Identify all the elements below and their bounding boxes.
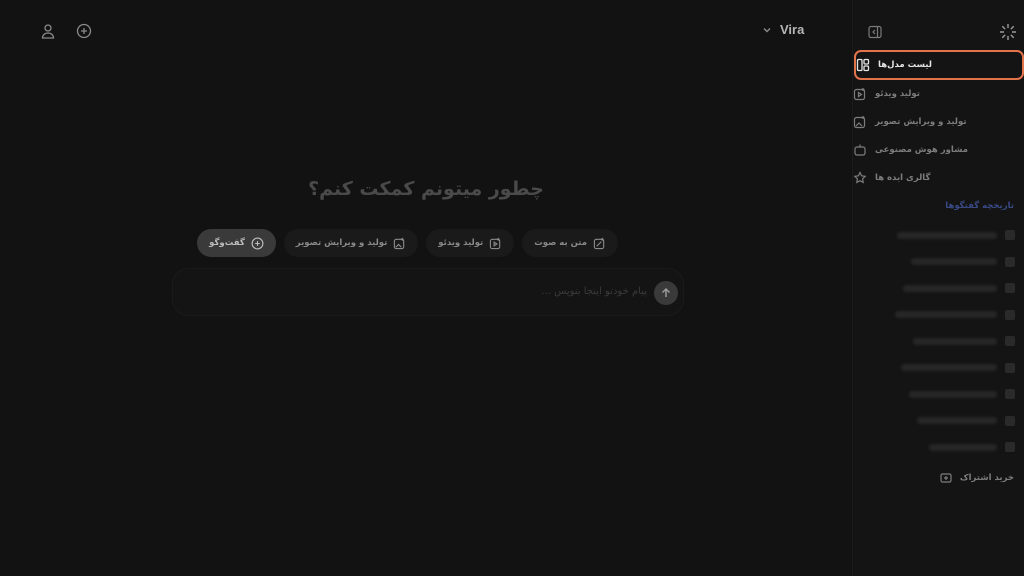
sidebar-item-label: گالری ایده ها (875, 173, 931, 183)
history-item[interactable] (853, 381, 1024, 408)
user-icon[interactable] (38, 21, 58, 41)
chip-label: تولید و ویرایش تصویر (295, 238, 388, 248)
history-item-title (903, 284, 997, 292)
arrow-up-icon (660, 287, 672, 299)
chat-icon (251, 237, 264, 250)
new-chat-icon[interactable] (74, 21, 94, 41)
mode-chips: گفت‌وگو تولید و ویرایش تصویر تولید ویدئو… (197, 229, 618, 257)
video-icon (489, 237, 502, 250)
chat-thumb-icon (1005, 415, 1015, 426)
sidebar-item-label: تولید ویدئو (875, 89, 920, 99)
models-grid-icon (856, 58, 870, 72)
chevron-down-icon (762, 25, 772, 35)
text-to-speech-icon (593, 237, 606, 250)
sidebar-item-label: لیست مدل‌ها (878, 60, 932, 70)
chat-thumb-icon (1005, 362, 1015, 373)
top-actions (38, 21, 94, 41)
subscribe-label: خرید اشتراک (959, 473, 1014, 483)
gallery-icon (853, 171, 867, 185)
history-item-title (913, 337, 997, 345)
history-item-title (917, 417, 997, 425)
chat-thumb-icon (1005, 309, 1015, 320)
chip-chat[interactable]: گفت‌وگو (197, 229, 276, 257)
chip-video[interactable]: تولید ویدئو (426, 229, 515, 257)
history-list (853, 222, 1024, 461)
history-item-title (909, 390, 997, 398)
sidebar: لیست مدل‌ها تولید ویدئو تولید و ویرایش ت… (852, 0, 1024, 576)
subscribe-button[interactable]: خرید اشتراک (940, 472, 1014, 484)
history-item[interactable] (853, 355, 1024, 382)
history-item[interactable] (853, 222, 1024, 249)
image-edit-icon (853, 115, 867, 129)
history-item-title (897, 231, 997, 239)
chat-thumb-icon (1005, 283, 1015, 294)
logo-icon (999, 23, 1017, 41)
chat-thumb-icon (1005, 442, 1015, 453)
robot-icon (853, 143, 867, 157)
chat-thumb-icon (1005, 256, 1015, 267)
history-item-title (901, 364, 997, 372)
composer: پیام خودتو اینجا بنویس ... (172, 268, 684, 316)
history-item[interactable] (853, 408, 1024, 435)
collapse-sidebar-icon[interactable] (868, 25, 882, 39)
sidebar-item-models[interactable]: لیست مدل‌ها (854, 50, 1024, 80)
sidebar-item-ai-advisor[interactable]: مشاور هوش مصنوعی (853, 136, 1024, 164)
sidebar-item-image-edit[interactable]: تولید و ویرایش تصویر (853, 108, 1024, 136)
history-item[interactable] (853, 275, 1024, 302)
video-icon (853, 87, 867, 101)
sidebar-item-video[interactable]: تولید ویدئو (853, 80, 1024, 108)
history-item[interactable] (853, 434, 1024, 461)
history-item-title (929, 443, 997, 451)
sidebar-item-label: تولید و ویرایش تصویر (875, 117, 967, 127)
history-title: تاریخچه گفتگوها (945, 201, 1014, 211)
chip-label: گفت‌وگو (209, 238, 245, 248)
chat-thumb-icon (1005, 336, 1015, 347)
history-item[interactable] (853, 302, 1024, 329)
message-input[interactable]: پیام خودتو اینجا بنویس ... (541, 286, 647, 297)
chip-text-to-speech[interactable]: متن به صوت (522, 229, 618, 257)
chip-label: متن به صوت (534, 238, 587, 248)
chip-label: تولید ویدئو (438, 238, 484, 248)
history-item-title (911, 258, 997, 266)
sidebar-item-label: مشاور هوش مصنوعی (875, 145, 968, 155)
model-selector[interactable]: Vira (762, 22, 804, 37)
chat-thumb-icon (1005, 230, 1015, 241)
history-item[interactable] (853, 328, 1024, 355)
sidebar-nav: لیست مدل‌ها تولید ویدئو تولید و ویرایش ت… (853, 50, 1024, 192)
send-button[interactable] (654, 281, 678, 305)
history-item-title (895, 311, 997, 319)
chip-image-edit[interactable]: تولید و ویرایش تصویر (283, 229, 419, 257)
history-item[interactable] (853, 249, 1024, 276)
model-name: Vira (780, 22, 805, 37)
page-title: چطور میتونم کمکت کنم؟ (308, 178, 544, 200)
sidebar-item-gallery[interactable]: گالری ایده ها (853, 164, 1024, 192)
image-edit-icon (393, 237, 406, 250)
cart-icon (940, 472, 952, 484)
main-panel: Vira چطور میتونم کمکت کنم؟ گفت‌وگو تولید… (0, 0, 852, 576)
chat-thumb-icon (1005, 389, 1015, 400)
